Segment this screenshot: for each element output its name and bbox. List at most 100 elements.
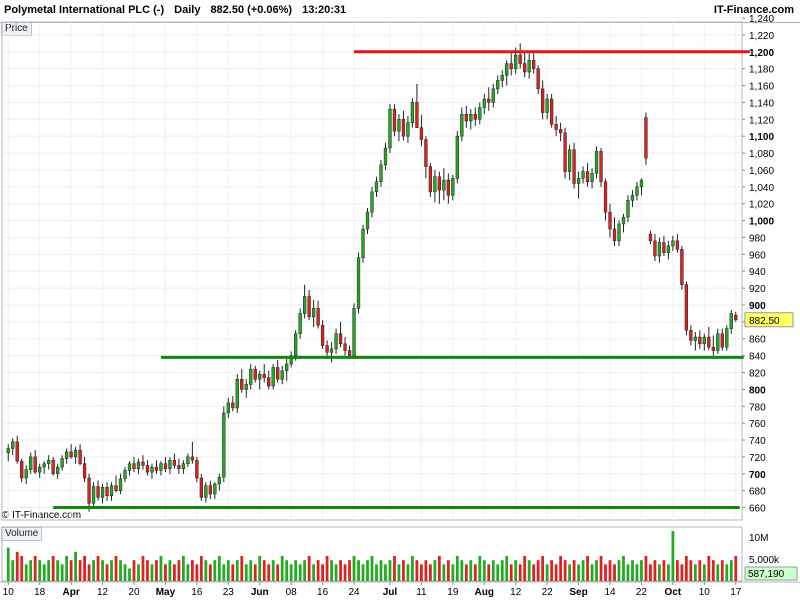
volume-bar <box>128 568 131 581</box>
candle-body <box>370 191 374 213</box>
volume-bar <box>325 556 329 581</box>
candle-body <box>190 456 195 461</box>
volume-bar <box>487 564 491 581</box>
candle-body <box>145 465 150 473</box>
candle-body <box>379 164 383 182</box>
volume-bar <box>6 547 10 581</box>
time-tick-label: 22 <box>542 587 554 598</box>
volume-bar <box>622 556 625 581</box>
volume-bar <box>361 564 365 581</box>
volume-bar <box>437 556 441 581</box>
time-tick-label: 19 <box>447 587 459 598</box>
volume-bar <box>11 560 15 581</box>
candle-body <box>500 75 504 81</box>
volume-bar <box>658 564 661 581</box>
time-tick-label: 12 <box>97 587 109 598</box>
time-tick-label: 08 <box>286 587 298 598</box>
time-tick-label: 12 <box>510 587 522 598</box>
candle-body <box>621 216 626 225</box>
candle-body <box>222 412 226 478</box>
candle-body <box>406 122 410 137</box>
candle-body <box>549 98 554 125</box>
candle-body <box>320 324 325 346</box>
volume-bar <box>604 564 607 581</box>
volume-bar <box>240 556 244 581</box>
candle-body <box>532 59 536 69</box>
candle-body <box>105 487 109 496</box>
volume-tick-label: 10M <box>749 533 768 544</box>
candle-body <box>47 460 51 464</box>
volume-bar <box>271 560 275 581</box>
price-tick-label: 720 <box>749 453 766 464</box>
volume-bar <box>653 560 657 581</box>
candle-body <box>460 113 464 137</box>
price-chart[interactable]: 6606807007207407607808008208408608809009… <box>0 0 800 600</box>
candle-body <box>693 336 697 341</box>
candle-body <box>617 223 621 242</box>
candle-body <box>316 308 320 326</box>
volume-bar <box>393 556 396 581</box>
volume-bar <box>69 560 73 581</box>
price-tick-label: 1,180 <box>749 65 774 76</box>
time-tick-label: 10 <box>699 587 711 598</box>
candle-body <box>141 461 145 466</box>
volume-bar <box>92 560 95 581</box>
candle-body <box>523 63 527 73</box>
volume-bar <box>150 564 154 581</box>
candle-body <box>545 98 549 113</box>
volume-bar <box>554 564 558 581</box>
volume-bar <box>500 560 504 581</box>
volume-bar <box>321 564 324 581</box>
price-tick-label: 840 <box>749 352 766 363</box>
candle-body <box>581 171 585 179</box>
candle-body <box>514 54 518 69</box>
volume-bar <box>208 564 212 581</box>
candle-body <box>527 59 531 73</box>
candle-body <box>226 402 230 414</box>
volume-bar <box>446 560 450 581</box>
candle-body <box>397 119 401 132</box>
price-tick-label: 1,100 <box>749 132 774 143</box>
volume-bar <box>536 560 540 581</box>
volume-bar <box>729 560 733 581</box>
candle-body <box>69 451 73 458</box>
candle-body <box>186 456 190 464</box>
candle-body <box>585 171 590 182</box>
volume-bar <box>173 564 176 581</box>
candle-body <box>338 333 343 345</box>
volume-bar <box>631 560 634 581</box>
volume-bar <box>65 556 69 581</box>
candle-body <box>374 181 379 193</box>
candle-body <box>415 102 419 128</box>
volume-bar <box>379 560 383 581</box>
volume-bar <box>285 560 289 581</box>
candle-body <box>478 107 482 120</box>
volume-bar <box>684 556 688 581</box>
volume-bar <box>253 564 257 581</box>
candle-body <box>612 228 617 242</box>
price-tick-label: 1,220 <box>749 31 774 42</box>
price-tick-label: 1,020 <box>749 200 774 211</box>
candle-body <box>114 485 118 491</box>
volume-bar <box>608 560 612 581</box>
volume-bar <box>190 560 194 581</box>
candle-body <box>352 308 356 356</box>
candle-body <box>388 108 392 149</box>
time-tick-label: Aug <box>475 587 494 598</box>
candle-body <box>455 135 459 179</box>
volume-bar <box>56 560 60 581</box>
volume-bar <box>478 556 482 581</box>
candle-body <box>541 88 545 113</box>
time-tick-label: Jun <box>251 587 269 598</box>
volume-bar <box>411 556 414 581</box>
candle-body <box>298 313 302 334</box>
candle-body <box>639 179 644 188</box>
volume-bar <box>590 564 594 581</box>
time-tick-label: 11 <box>416 587 427 598</box>
volume-bar <box>496 564 500 581</box>
candle-body <box>464 113 468 122</box>
volume-bar <box>339 560 342 581</box>
price-tick-label: 700 <box>749 470 766 481</box>
candle-body <box>689 330 693 341</box>
candle-body <box>635 186 639 196</box>
